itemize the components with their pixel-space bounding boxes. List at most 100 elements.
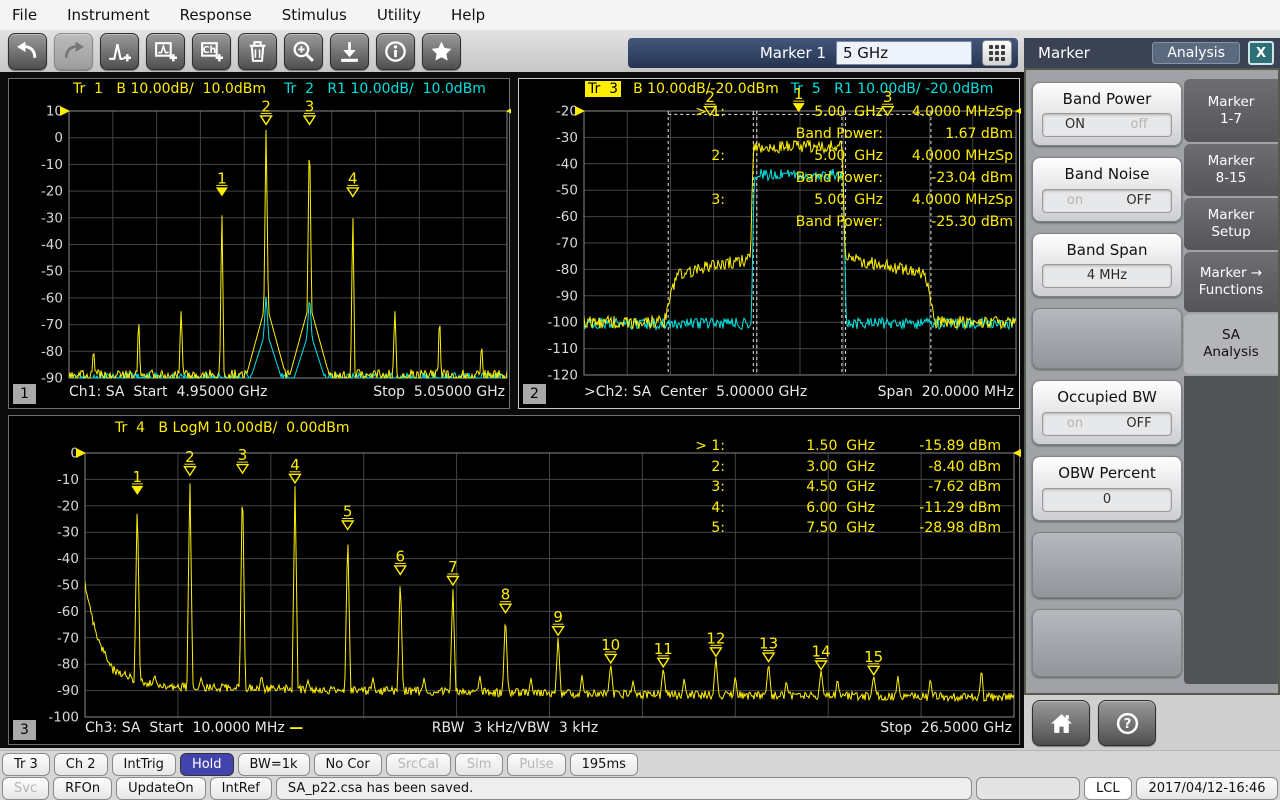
info-button[interactable] [376,33,415,70]
softkey-band-span[interactable]: Band Span4 MHz [1032,233,1182,297]
tab-marker-8-15[interactable]: Marker8-15 [1184,144,1278,196]
undo-button[interactable] [8,33,47,70]
svg-text:1: 1 [794,85,804,103]
status-no-cor[interactable]: No Cor [314,753,382,776]
svg-text:15: 15 [864,648,883,666]
svg-text:-50: -50 [57,578,79,594]
marker-10[interactable]: 10 [601,636,620,663]
softkey-band-noise[interactable]: Band NoiseonOFF [1032,157,1182,222]
menu-item-utility[interactable]: Utility [377,6,421,24]
status-updateon[interactable]: UpdateOn [116,777,206,800]
softkey-value[interactable]: 0 [1042,488,1172,512]
plot-ch1[interactable]: Tr 1 B 10.00dB/ 10.0dBmTr 2 R1 10.00dB/ … [8,78,510,409]
menu-item-instrument[interactable]: Instrument [67,6,150,24]
softkey-band-power[interactable]: Band Power ONoff [1032,82,1182,146]
softkey-label: Band Power [1063,90,1152,108]
status-sim: Sim [455,753,504,776]
status-message: SA_p22.csa has been saved. [288,781,473,796]
marker-1[interactable]: 1 [131,468,143,495]
softkey-occupied-bw[interactable]: Occupied BWonOFF [1032,380,1182,445]
menu-item-stimulus[interactable]: Stimulus [282,6,347,24]
bottom-icons: ? [1032,700,1156,746]
toggle-switch[interactable]: ONoff [1042,113,1172,137]
add-channel-icon: Ch [199,39,224,64]
status-bw-1k[interactable]: BW=1k [238,753,310,776]
menu-item-help[interactable]: Help [451,6,485,24]
tab-marker-setup[interactable]: MarkerSetup [1184,198,1278,250]
keypad-button[interactable] [982,40,1012,66]
tab-marker-1-7[interactable]: Marker1-7 [1184,79,1278,142]
chart-canvas-ch1: 100-10-20-30-40-50-60-70-80-901234 [9,79,511,410]
marker-value-input[interactable] [836,41,972,65]
svg-text:-110: -110 [547,341,578,357]
save-icon [337,39,362,64]
status-message-box: SA_p22.csa has been saved. [276,777,972,800]
analysis-tab[interactable]: Analysis [1152,42,1240,64]
marker-4[interactable]: 4 [290,456,301,483]
status-lcl[interactable]: LCL [1084,777,1132,800]
add-trace-button[interactable] [100,33,139,70]
plot-ch2[interactable]: Tr 3B 10.00dB/-20.0dBmTr 5 R1 10.00dB/ -… [518,78,1020,409]
menu-item-file[interactable]: File [12,6,37,24]
home-button[interactable] [1032,700,1090,746]
status-clock[interactable]: 2017/04/12-16:46 [1136,777,1278,800]
close-icon[interactable]: X [1248,41,1274,65]
menu-item-response[interactable]: Response [180,6,252,24]
save-button[interactable] [330,33,369,70]
svg-text:-50: -50 [41,264,63,280]
side-panel-tabs: Marker1-7Marker8-15MarkerSetupMarker →Fu… [1184,70,1278,693]
status-hold[interactable]: Hold [180,753,234,776]
marker-readout-row: 2:3.00 GHz-8.40 dBm [689,459,1001,480]
tab-marker-functions[interactable]: Marker →Functions [1184,252,1278,312]
keypad-icon [989,45,1005,61]
status-rfon[interactable]: RFOn [53,777,112,800]
softkey-value[interactable]: 4 MHz [1042,264,1172,288]
status-svc: Svc [2,777,49,800]
marker-8[interactable]: 8 [500,586,511,613]
side-panel-buttons: Band Power ONoff Band NoiseonOFF Band Span4… [1032,70,1184,688]
svg-text:4: 4 [348,169,358,187]
redo-button[interactable] [54,33,93,70]
toggle-switch[interactable]: onOFF [1042,412,1172,436]
marker-3[interactable]: 3 [237,446,248,473]
status-inttrig[interactable]: IntTrig [112,753,176,776]
svg-text:-10: -10 [57,472,79,488]
softkey-empty [1032,532,1182,598]
info-icon [383,39,408,64]
tab-sa-analysis[interactable]: SAAnalysis [1184,314,1278,374]
svg-text:-40: -40 [41,237,63,253]
marker-6[interactable]: 6 [395,547,406,574]
marker-13[interactable]: 13 [759,635,778,662]
marker-readout-row: Band Power:-23.04 dBm [689,170,1013,192]
softkey-obw-percent[interactable]: OBW Percent0 [1032,456,1182,521]
favorites-button[interactable] [422,33,461,70]
marker-15[interactable]: 15 [864,648,883,675]
add-channel-button[interactable]: Ch [192,33,231,70]
marker-1[interactable]: 1 [216,169,228,196]
status-195ms[interactable]: 195ms [570,753,638,776]
toggle-switch[interactable]: onOFF [1042,189,1172,213]
plot-ch3[interactable]: Tr 4 B LogM 10.00dB/ 0.00dBm0-10-20-30-4… [8,415,1020,745]
status-pulse: Pulse [507,753,565,776]
svg-text:11: 11 [654,640,673,658]
status-intref[interactable]: IntRef [210,777,272,800]
status-ch-2[interactable]: Ch 2 [54,753,108,776]
marker-9[interactable]: 9 [553,608,564,635]
svg-text:-60: -60 [57,604,79,620]
marker-11[interactable]: 11 [654,640,673,667]
marker-5[interactable]: 5 [342,503,353,530]
status-tr-3[interactable]: Tr 3 [2,753,50,776]
zoom-in-button[interactable] [284,33,323,70]
help-button[interactable]: ? [1098,700,1156,746]
marker-2[interactable]: 2 [184,448,195,475]
delete-button[interactable] [238,33,277,70]
marker-2[interactable]: 2 [261,97,272,124]
svg-text:-100: -100 [547,315,578,331]
add-window-button[interactable] [146,33,185,70]
svg-text:-30: -30 [41,210,63,226]
status-bar-top: Tr 3Ch 2IntTrigHoldBW=1kNo CorSrcCalSimP… [0,750,1280,776]
svg-text:-30: -30 [57,525,79,541]
marker-3[interactable]: 3 [304,97,315,124]
marker-12[interactable]: 12 [706,629,725,656]
marker-4[interactable]: 4 [347,169,358,196]
